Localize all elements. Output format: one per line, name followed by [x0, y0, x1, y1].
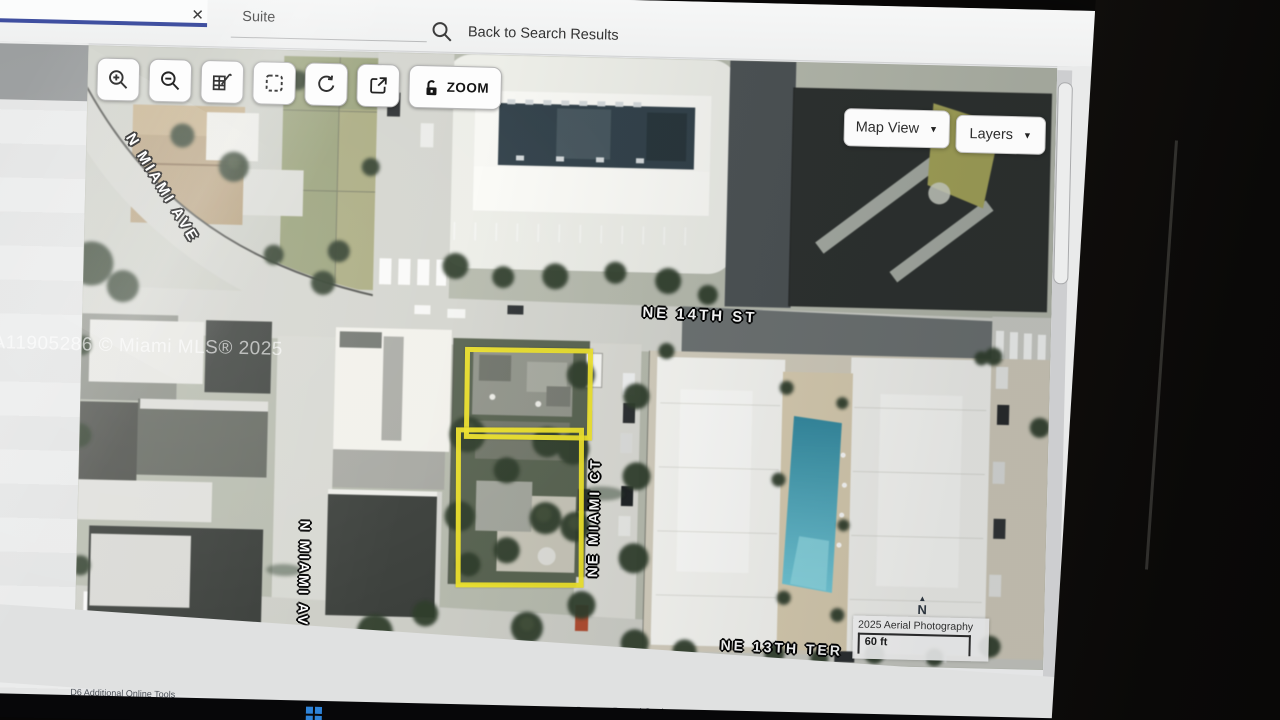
chevron-down-icon: ▼	[929, 124, 938, 134]
map-view-dropdown[interactable]: Map View ▼	[843, 108, 950, 148]
screen-content: ✕ Suite Back to Search Results	[0, 0, 1107, 720]
close-tab-icon[interactable]: ✕	[191, 6, 204, 24]
back-to-search-results-link[interactable]: Back to Search Results	[468, 24, 619, 44]
zoom-out-icon	[158, 69, 182, 93]
block-topright	[725, 60, 1053, 314]
map-scale-box: 2025 Aerial Photography 60 ft	[852, 615, 989, 661]
layers-dropdown[interactable]: Layers ▼	[955, 115, 1046, 155]
zoom-in-icon	[106, 68, 130, 92]
export-button[interactable]	[356, 64, 400, 108]
parcel-outline-south	[456, 427, 584, 587]
monitor-edge-highlight	[1145, 140, 1178, 569]
export-icon	[366, 74, 390, 98]
layers-label: Layers	[969, 126, 1013, 143]
windows-start-icon[interactable]	[306, 707, 322, 720]
zoom-lock-button[interactable]: ZOOM	[408, 65, 501, 110]
scale-bar: 60 ft	[857, 633, 970, 657]
zoom-in-button[interactable]	[96, 57, 140, 101]
aerial-attribution: 2025 Aerial Photography	[858, 619, 984, 634]
select-area-icon	[262, 71, 286, 95]
map-view-label: Map View	[855, 119, 919, 136]
monitor-photo: ✕ Suite Back to Search Results	[0, 0, 1280, 720]
lock-icon	[420, 77, 440, 97]
condo-complex	[642, 351, 1050, 660]
sidebar-header-block	[0, 43, 89, 101]
draw-measure-button[interactable]	[200, 60, 244, 104]
draw-measure-icon	[210, 70, 234, 94]
suite-field-label: Suite	[242, 9, 275, 26]
scrollbar-thumb[interactable]	[1053, 82, 1073, 284]
reset-rotate-button[interactable]	[304, 62, 348, 106]
chevron-down-icon: ▼	[1023, 130, 1032, 140]
input-underline	[231, 37, 427, 43]
zoom-out-button[interactable]	[148, 59, 192, 103]
reset-rotate-icon	[314, 73, 338, 97]
zoom-button-label: ZOOM	[446, 80, 489, 96]
search-icon[interactable]	[430, 19, 455, 44]
street-label-n-miami-av: N MIAMI AV	[295, 520, 314, 627]
compass-north: ▲ N	[917, 593, 927, 615]
select-area-button[interactable]	[252, 61, 296, 105]
industrial-buildings	[75, 313, 272, 625]
center-buildings	[325, 327, 452, 618]
street-label-ne-miami-ct: NE MIAMI CT	[584, 457, 603, 577]
suite-search-input[interactable]: Suite	[231, 5, 428, 44]
